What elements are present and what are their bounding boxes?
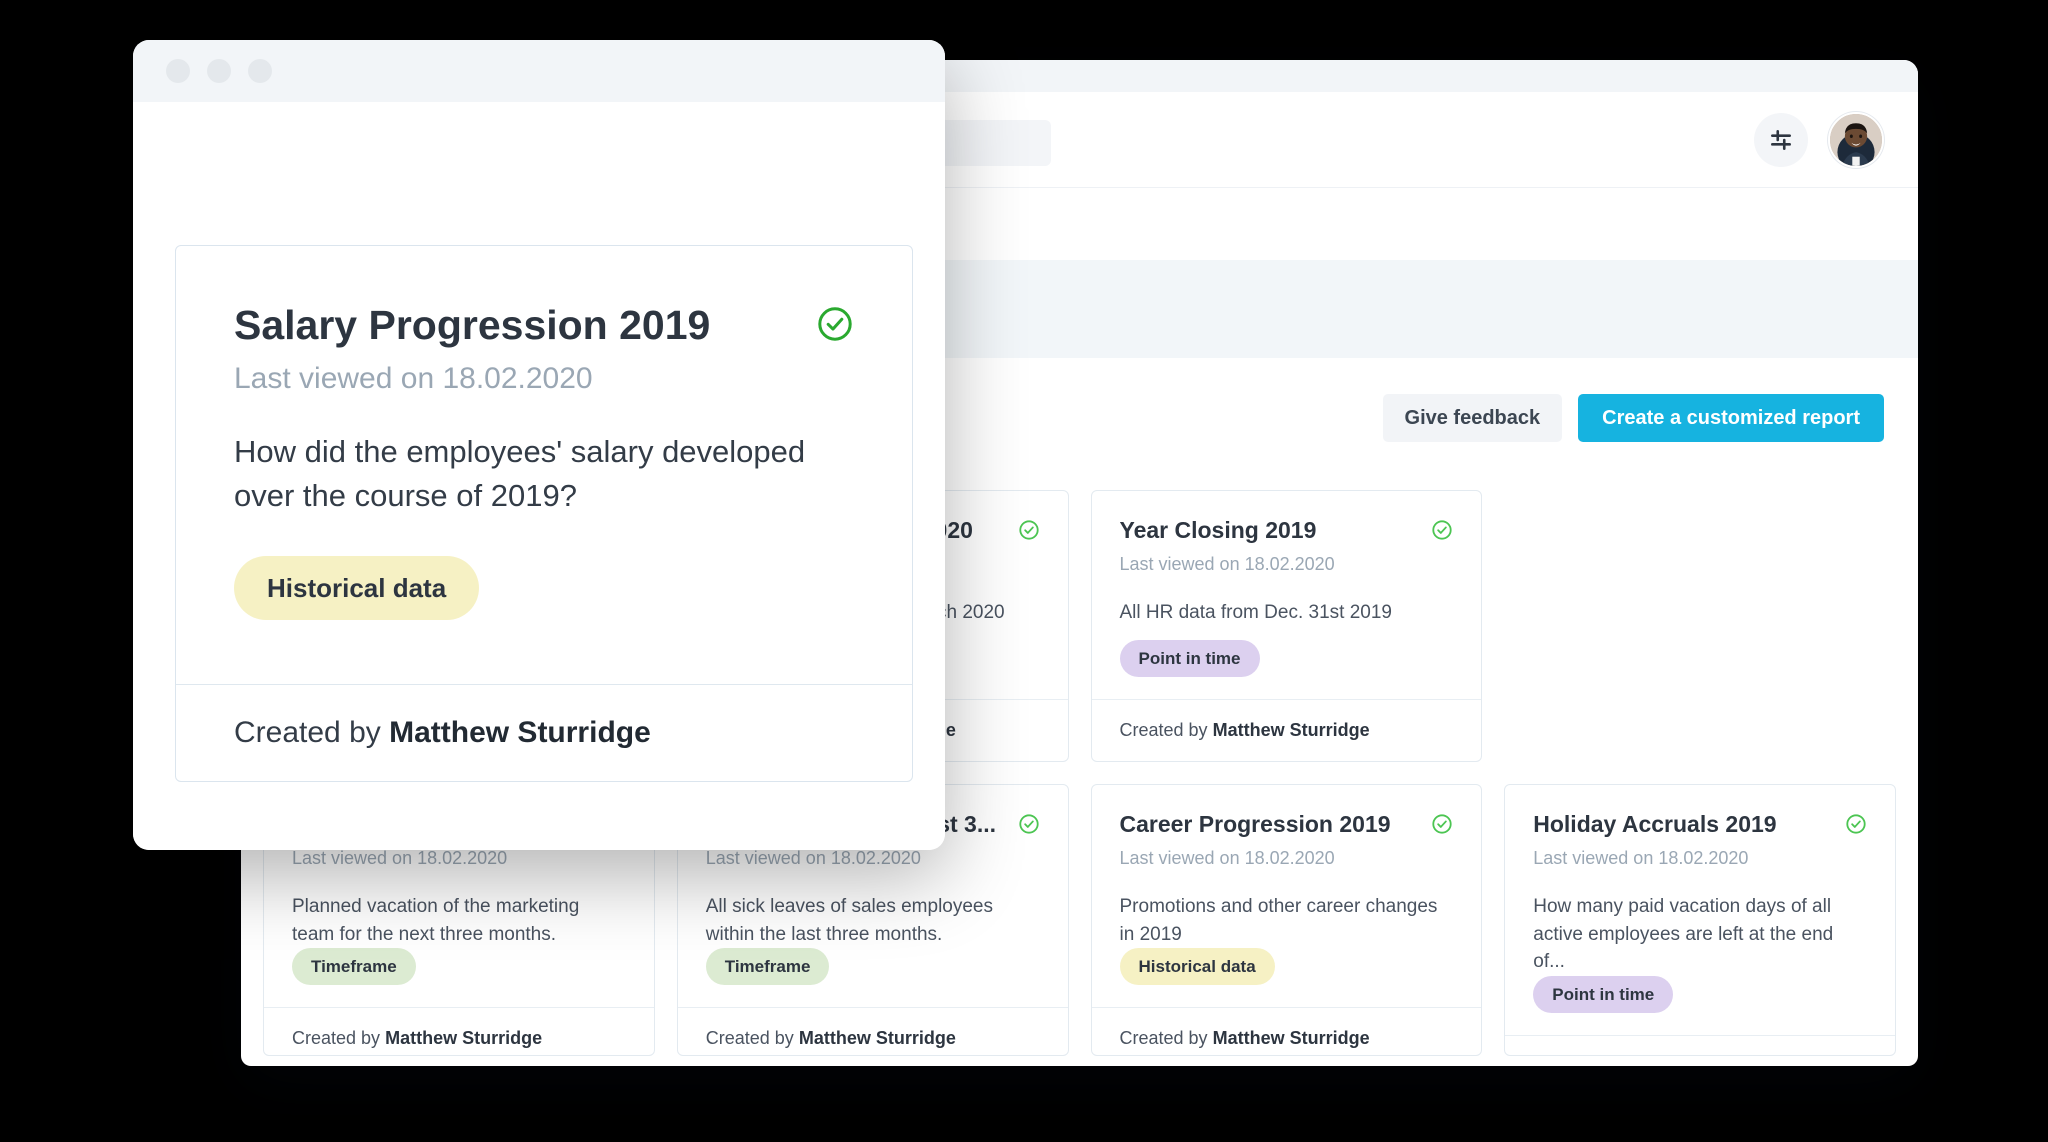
window-close-dot[interactable] bbox=[166, 59, 190, 83]
report-card-description: Promotions and other career changes in 2… bbox=[1119, 896, 1438, 945]
featured-report-card-header: Salary Progression 2019 bbox=[234, 302, 854, 348]
report-card-body: Career Progression 2019 Last viewed on 1… bbox=[1092, 785, 1482, 1007]
check-circle-icon bbox=[1845, 813, 1867, 835]
created-by-prefix: Created by bbox=[234, 716, 390, 749]
report-card-description: All HR data from Dec. 31st 2019 bbox=[1119, 602, 1392, 624]
app-action-row: Give feedback Create a customized report bbox=[1382, 394, 1884, 442]
created-by-name: Matthew Sturridge bbox=[385, 1028, 543, 1049]
featured-report-card-footer: Created by Matthew Sturridge bbox=[176, 684, 912, 781]
report-card[interactable]: Holiday Accruals 2019 Last viewed on 18.… bbox=[1504, 784, 1896, 1056]
give-feedback-button[interactable]: Give feedback bbox=[1382, 394, 1563, 442]
report-card-footer: Created by Matthew Sturridge bbox=[1091, 1007, 1482, 1055]
created-by-prefix: Created by bbox=[292, 1028, 381, 1049]
report-card-last-viewed: Last viewed on 18.02.2020 bbox=[1119, 553, 1335, 574]
window-maximize-dot[interactable] bbox=[248, 59, 272, 83]
featured-report-card-tag[interactable]: Historical data bbox=[234, 556, 480, 621]
report-card-footer: Created by Matthew Sturridge bbox=[1091, 699, 1482, 761]
report-card[interactable]: Career Progression 2019 Last viewed on 1… bbox=[1090, 784, 1483, 1056]
report-card-footer: Created by Matthew Sturridge bbox=[677, 1007, 1068, 1055]
filter-settings-icon bbox=[1768, 127, 1794, 153]
topbar-actions bbox=[1754, 112, 1884, 168]
report-card-tag[interactable]: Point in time bbox=[1119, 640, 1260, 677]
screenshot-stage: Give feedback Create a customized report… bbox=[0, 0, 2048, 1142]
created-by-prefix: Created by bbox=[1119, 1028, 1208, 1049]
report-card-description: All sick leaves of sales employees withi… bbox=[705, 896, 993, 945]
create-customized-report-button[interactable]: Create a customized report bbox=[1578, 394, 1884, 442]
report-card[interactable]: Year Closing 2019 Last viewed on 18.02.2… bbox=[1090, 490, 1483, 762]
detail-window-content: Salary Progression 2019 Last viewed on 1… bbox=[133, 102, 945, 850]
featured-report-card-body: Salary Progression 2019 Last viewed on 1… bbox=[176, 246, 912, 684]
report-card-tag[interactable]: Historical data bbox=[1119, 948, 1275, 986]
report-card-description: How many paid vacation days of all activ… bbox=[1533, 896, 1834, 973]
report-card-header: Holiday Accruals 2019 bbox=[1533, 811, 1867, 839]
report-card-header: Year Closing 2019 bbox=[1120, 517, 1454, 545]
filter-settings-button[interactable] bbox=[1754, 113, 1808, 167]
report-card-title: Career Progression 2019 bbox=[1119, 811, 1391, 837]
featured-report-card-title: Salary Progression 2019 bbox=[234, 302, 711, 348]
check-circle-icon bbox=[1018, 813, 1040, 835]
created-by-prefix: Created by bbox=[705, 1028, 794, 1049]
avatar-photo bbox=[1830, 114, 1882, 166]
report-card-title: Holiday Accruals 2019 bbox=[1533, 811, 1777, 837]
created-by-name: Matthew Sturridge bbox=[389, 716, 651, 749]
report-card-description: Planned vacation of the marketing team f… bbox=[292, 896, 580, 945]
report-card-body: Year Closing 2019 Last viewed on 18.02.2… bbox=[1092, 491, 1482, 699]
check-circle-icon bbox=[816, 305, 854, 343]
report-card-footer: Created by Matthew Sturridge bbox=[1505, 1034, 1895, 1055]
report-card-last-viewed: Last viewed on 18.02.2020 bbox=[1533, 847, 1749, 868]
report-card-footer: Created by Matthew Sturridge bbox=[264, 1007, 654, 1055]
report-card-title: Year Closing 2019 bbox=[1119, 517, 1317, 543]
featured-report-card-last-viewed: Last viewed on 18.02.2020 bbox=[234, 362, 593, 396]
check-circle-icon bbox=[1431, 519, 1453, 541]
report-card-body: Holiday Accruals 2019 Last viewed on 18.… bbox=[1505, 785, 1895, 1035]
avatar[interactable] bbox=[1828, 112, 1884, 168]
window-minimize-dot[interactable] bbox=[207, 59, 231, 83]
featured-report-card-description: How did the employees' salary developed … bbox=[234, 434, 806, 514]
check-circle-icon bbox=[1431, 813, 1453, 835]
created-by-name: Matthew Sturridge bbox=[1212, 720, 1370, 740]
created-by-name: Matthew Sturridge bbox=[1212, 1028, 1370, 1049]
report-card-tag[interactable]: Timeframe bbox=[292, 948, 416, 986]
report-card-tag[interactable]: Timeframe bbox=[705, 948, 830, 986]
created-by-prefix: Created by bbox=[1119, 720, 1208, 740]
detail-window: Salary Progression 2019 Last viewed on 1… bbox=[133, 40, 945, 850]
report-card-last-viewed: Last viewed on 18.02.2020 bbox=[1119, 847, 1335, 868]
featured-report-card[interactable]: Salary Progression 2019 Last viewed on 1… bbox=[175, 245, 913, 782]
report-card-header: Career Progression 2019 bbox=[1120, 811, 1454, 839]
report-card-tag[interactable]: Point in time bbox=[1533, 975, 1674, 1013]
check-circle-icon bbox=[1018, 519, 1040, 541]
detail-window-titlebar bbox=[133, 40, 945, 102]
created-by-name: Matthew Sturridge bbox=[798, 1028, 956, 1049]
